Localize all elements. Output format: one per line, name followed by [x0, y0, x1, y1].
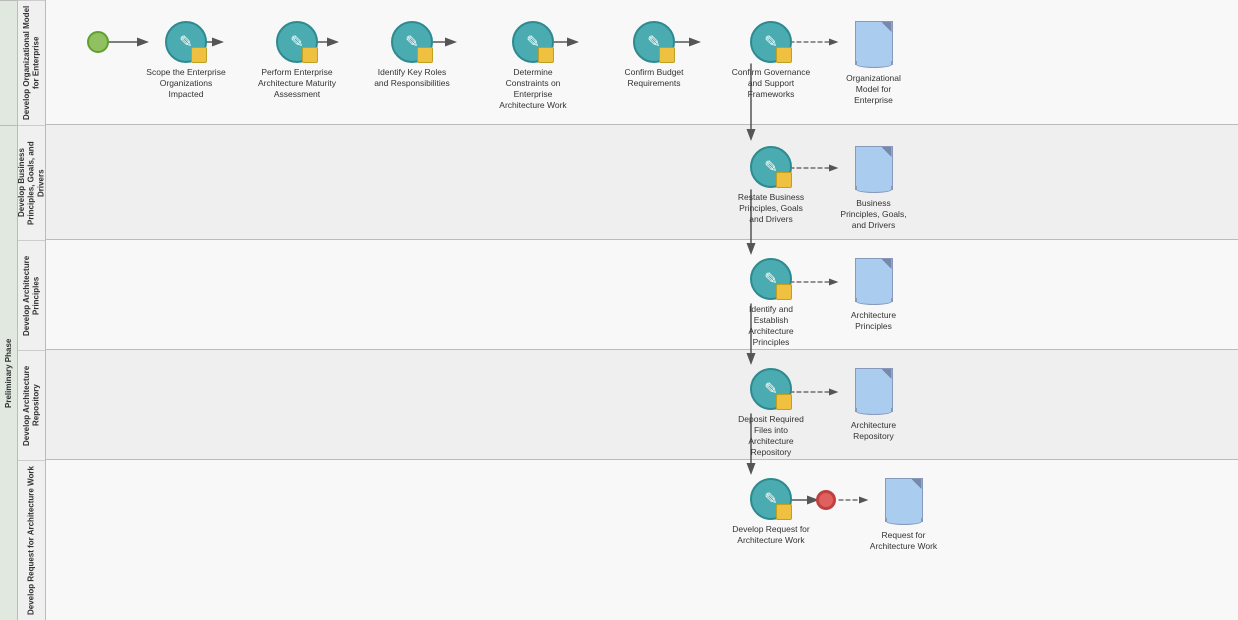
task-restate-business[interactable]: ✎ Restate Business Principles, Goals and… — [731, 146, 811, 225]
task-label-7: Restate Business Principles, Goals and D… — [731, 192, 811, 225]
doc-org-model: Organizational Model for Enterprise — [836, 21, 911, 106]
task-perform-assessment[interactable]: ✎ Perform Enterprise Architecture Maturi… — [257, 21, 337, 100]
task-scope-enterprise[interactable]: ✎ Scope the Enterprise Organizations Imp… — [146, 21, 226, 100]
process-canvas: ✎ Scope the Enterprise Organizations Imp… — [46, 0, 1238, 620]
swim-label-5: Develop Request for Architecture Work — [18, 460, 45, 620]
doc-icon-1 — [855, 21, 893, 65]
phase-label-main: Preliminary Phase — [0, 125, 17, 620]
swim-label-3: Develop Architecture Principles — [18, 240, 45, 350]
task-confirm-governance[interactable]: ✎ Confirm Governance and Support Framewo… — [731, 21, 811, 100]
task-identify-roles[interactable]: ✎ Identify Key Roles and Responsibilitie… — [372, 21, 452, 89]
doc-arch-repository: Architecture Repository — [836, 368, 911, 442]
lane-bg-2 — [46, 125, 1238, 240]
task-label-10: Develop Request for Architecture Work — [731, 524, 811, 546]
swim-label-2: Develop Business Principles, Goals, and … — [18, 125, 45, 240]
task-icon-4: ✎ — [526, 32, 539, 52]
task-icon-9: ✎ — [764, 379, 777, 399]
doc-label-3: Architecture Principles — [836, 310, 911, 332]
doc-icon-4 — [855, 368, 893, 412]
task-icon-6: ✎ — [764, 32, 777, 52]
task-label-4: Determine Constraints on Enterprise Arch… — [493, 67, 573, 111]
task-identify-arch-principles[interactable]: ✎ Identify and Establish Architecture Pr… — [731, 258, 811, 348]
doc-label-1: Organizational Model for Enterprise — [836, 73, 911, 106]
diagram-container: Preliminary Phase Develop Organizational… — [0, 0, 1238, 620]
phase-column: Preliminary Phase — [0, 0, 18, 620]
lane-bg-5 — [46, 460, 1238, 620]
task-icon-5: ✎ — [647, 32, 660, 52]
doc-request-arch-work: Request for Architecture Work — [866, 478, 941, 552]
task-develop-request[interactable]: ✎ Develop Request for Architecture Work — [731, 478, 811, 546]
lane-bg-3 — [46, 240, 1238, 350]
task-icon-2: ✎ — [290, 32, 303, 52]
task-label-6: Confirm Governance and Support Framework… — [731, 67, 811, 100]
task-icon-7: ✎ — [764, 157, 777, 177]
swim-label-1: Develop Organizational Model for Enterpr… — [18, 0, 45, 125]
task-icon-3: ✎ — [405, 32, 418, 52]
task-label-8: Identify and Establish Architecture Prin… — [731, 304, 811, 348]
task-icon-10: ✎ — [764, 489, 777, 509]
doc-label-5: Request for Architecture Work — [866, 530, 941, 552]
task-label-3: Identify Key Roles and Responsibilities — [372, 67, 452, 89]
task-confirm-budget[interactable]: ✎ Confirm Budget Requirements — [614, 21, 694, 89]
task-label-1: Scope the Enterprise Organizations Impac… — [146, 67, 226, 100]
doc-arch-principles: Architecture Principles — [836, 258, 911, 332]
task-deposit-files[interactable]: ✎ Deposit Required Files into Architectu… — [731, 368, 811, 458]
doc-business-principles: Business Principles, Goals, and Drivers — [836, 146, 911, 231]
task-icon-1: ✎ — [179, 32, 192, 52]
lane-bg-4 — [46, 350, 1238, 460]
task-icon-8: ✎ — [764, 269, 777, 289]
doc-label-4: Architecture Repository — [836, 420, 911, 442]
start-event — [87, 31, 109, 53]
end-event — [816, 490, 836, 510]
doc-icon-2 — [855, 146, 893, 190]
doc-icon-5 — [885, 478, 923, 522]
phase-label-row1 — [0, 0, 17, 125]
doc-icon-3 — [855, 258, 893, 302]
swimlane-labels: Develop Organizational Model for Enterpr… — [18, 0, 46, 620]
swim-label-4: Develop Architecture Repository — [18, 350, 45, 460]
task-label-2: Perform Enterprise Architecture Maturity… — [257, 67, 337, 100]
task-label-5: Confirm Budget Requirements — [614, 67, 694, 89]
task-determine-constraints[interactable]: ✎ Determine Constraints on Enterprise Ar… — [493, 21, 573, 111]
doc-label-2: Business Principles, Goals, and Drivers — [836, 198, 911, 231]
task-label-9: Deposit Required Files into Architecture… — [731, 414, 811, 458]
